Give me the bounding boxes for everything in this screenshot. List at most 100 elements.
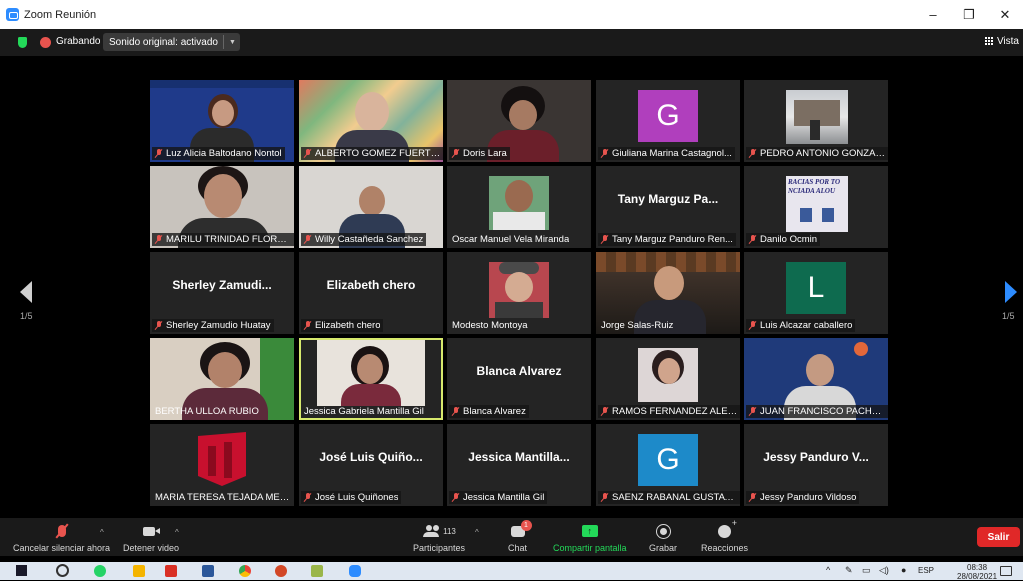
participant-tile[interactable]: José Luis Quiño... José Luis Quiñones xyxy=(299,424,443,506)
unmute-button[interactable]: Cancelar silenciar ahora xyxy=(13,522,110,553)
powerpoint-icon[interactable] xyxy=(275,565,287,577)
window-title: Zoom Reunión xyxy=(24,8,97,21)
reactions-button[interactable]: Reacciones xyxy=(701,518,748,554)
participant-nameplate: ALBERTO GOMEZ FUERTES xyxy=(301,147,443,160)
mic-muted-icon xyxy=(155,235,163,244)
participant-tile[interactable]: G SAENZ RABANAL GUSTAVO... xyxy=(596,424,740,506)
previous-page-arrow-icon[interactable] xyxy=(20,281,32,303)
network-icon[interactable]: ▭ xyxy=(862,565,871,576)
participant-tile[interactable]: G Giuliana Marina Castagnol... xyxy=(596,80,740,162)
chrome-icon[interactable] xyxy=(239,565,251,577)
mic-muted-icon xyxy=(749,407,757,416)
mic-muted-icon xyxy=(601,493,609,502)
video-options-chevron-icon[interactable]: ^ xyxy=(175,528,179,537)
file-explorer-icon[interactable] xyxy=(133,565,145,577)
mic-muted-icon xyxy=(452,149,460,158)
participant-tile[interactable]: Jorge Salas-Ruiz xyxy=(596,252,740,334)
stop-video-button[interactable]: Detener video xyxy=(123,522,179,553)
next-page-arrow-icon[interactable] xyxy=(1005,281,1017,303)
participant-tile[interactable]: BERTHA ULLOA RUBIO xyxy=(150,338,294,420)
participant-tile[interactable]: Modesto Montoya xyxy=(447,252,591,334)
participant-nameplate: Jessica Gabriela Mantilla Gil xyxy=(304,406,424,417)
view-label: Vista xyxy=(996,36,1019,47)
leave-meeting-button[interactable]: Salir xyxy=(977,527,1020,547)
mic-muted-icon xyxy=(304,149,312,158)
participant-nameplate: RAMOS FERNANDEZ ALEJ... xyxy=(598,405,740,418)
participant-tile[interactable]: Oscar Manuel Vela Miranda xyxy=(447,166,591,248)
mic-muted-icon xyxy=(452,407,460,416)
participant-display-name: Jessica Mantilla... xyxy=(468,450,570,464)
video-camera-icon xyxy=(143,526,156,536)
volume-icon[interactable]: ◁) xyxy=(879,565,889,576)
mic-muted-icon xyxy=(749,493,757,502)
participant-tile[interactable]: JUAN FRANCISCO PACHEC... xyxy=(744,338,888,420)
participant-nameplate: Modesto Montoya xyxy=(452,320,528,331)
mic-muted-icon xyxy=(452,493,460,502)
chat-button[interactable]: 1 Chat xyxy=(508,519,532,553)
whatsapp-icon[interactable] xyxy=(94,565,106,577)
microphone-tray-icon[interactable]: ● xyxy=(901,565,906,575)
chat-icon: 1 xyxy=(510,519,532,537)
page-indicator-left: 1/5 xyxy=(20,311,33,321)
pen-icon[interactable]: ✎ xyxy=(845,565,853,576)
participant-tile[interactable]: Elizabeth chero Elizabeth chero xyxy=(299,252,443,334)
participant-display-name: Blanca Alvarez xyxy=(476,364,562,378)
participant-tile[interactable]: PEDRO ANTONIO GONZAL... xyxy=(744,80,888,162)
active-speaker-tile[interactable]: Jessica Gabriela Mantilla Gil xyxy=(299,338,443,420)
security-shield-icon[interactable] xyxy=(18,37,27,48)
system-clock[interactable]: 08:38 28/08/2021 xyxy=(957,563,997,581)
avatar: L xyxy=(786,262,846,314)
zoom-taskbar-icon[interactable] xyxy=(349,565,361,577)
record-label: Grabar xyxy=(649,543,678,553)
close-button[interactable]: ✕ xyxy=(987,0,1023,29)
participant-nameplate: Tany Marguz Panduro Ren... xyxy=(598,233,736,246)
participant-tile[interactable]: ALBERTO GOMEZ FUERTES xyxy=(299,80,443,162)
original-sound-button[interactable]: Sonido original: activado ▼ xyxy=(103,33,240,51)
original-sound-label: Sonido original: activado xyxy=(109,36,218,48)
participant-nameplate: Luis Alcazar caballero xyxy=(746,319,856,332)
record-button[interactable]: Grabar xyxy=(649,522,677,553)
meeting-controls-bar: Cancelar silenciar ahora ^ Detener video… xyxy=(0,518,1023,556)
audio-options-chevron-icon[interactable]: ^ xyxy=(100,528,104,537)
participant-nameplate: Luz Alicia Baltodano Nontol xyxy=(152,147,285,160)
participant-tile[interactable]: MARILU TRINIDAD FLORES... xyxy=(150,166,294,248)
input-language[interactable]: ESP xyxy=(918,566,934,575)
participant-tile[interactable]: MARIA TERESA TEJADA MEJIA xyxy=(150,424,294,506)
microphone-muted-icon xyxy=(57,525,66,537)
participants-button[interactable]: 113 Participantes xyxy=(413,522,465,553)
participant-nameplate: Willy Castañeda Sanchez xyxy=(301,233,427,246)
mic-muted-icon xyxy=(601,149,609,158)
share-screen-button[interactable]: ↑ Compartir pantalla xyxy=(553,522,627,553)
participant-display-name: Tany Marguz Pa... xyxy=(617,192,719,206)
participant-tile[interactable]: Jessy Panduro V... Jessy Panduro Vildoso xyxy=(744,424,888,506)
participants-count: 113 xyxy=(443,526,456,536)
participant-tile[interactable]: Doris Lara xyxy=(447,80,591,162)
minimize-button[interactable]: – xyxy=(915,0,951,29)
participants-options-chevron-icon[interactable]: ^ xyxy=(475,528,479,537)
chevron-down-icon[interactable]: ▼ xyxy=(229,39,236,46)
participant-nameplate: BERTHA ULLOA RUBIO xyxy=(155,406,259,417)
restore-button[interactable]: ❐ xyxy=(951,0,987,29)
participant-tile[interactable]: Jessica Mantilla... Jessica Mantilla Gil xyxy=(447,424,591,506)
participant-tile[interactable]: RACIAS POR TO NCIADA ALOU Danilo Ocmin xyxy=(744,166,888,248)
word-icon[interactable] xyxy=(202,565,214,577)
participant-tile[interactable]: L Luis Alcazar caballero xyxy=(744,252,888,334)
record-icon xyxy=(655,523,671,539)
participant-nameplate: Sherley Zamudio Huatay xyxy=(152,319,274,332)
participant-tile[interactable]: RAMOS FERNANDEZ ALEJ... xyxy=(596,338,740,420)
pdf-reader-icon[interactable] xyxy=(165,565,177,577)
start-windows-icon[interactable] xyxy=(16,565,27,576)
mic-muted-icon xyxy=(601,407,609,416)
participant-tile[interactable]: Tany Marguz Pa... Tany Marguz Panduro Re… xyxy=(596,166,740,248)
university-logo-icon xyxy=(198,432,246,486)
view-button[interactable]: Vista xyxy=(984,36,1019,47)
show-hidden-icons-chevron-icon[interactable]: ^ xyxy=(826,565,830,575)
search-icon[interactable] xyxy=(56,564,69,577)
participant-tile[interactable]: Sherley Zamudi... Sherley Zamudio Huatay xyxy=(150,252,294,334)
notifications-icon[interactable] xyxy=(1000,566,1012,576)
emoji-reaction-icon xyxy=(718,518,737,538)
participant-tile[interactable]: Blanca Alvarez Blanca Alvarez xyxy=(447,338,591,420)
participant-tile[interactable]: Willy Castañeda Sanchez xyxy=(299,166,443,248)
participant-tile[interactable]: Luz Alicia Baltodano Nontol xyxy=(150,80,294,162)
paint-icon[interactable] xyxy=(311,565,323,577)
